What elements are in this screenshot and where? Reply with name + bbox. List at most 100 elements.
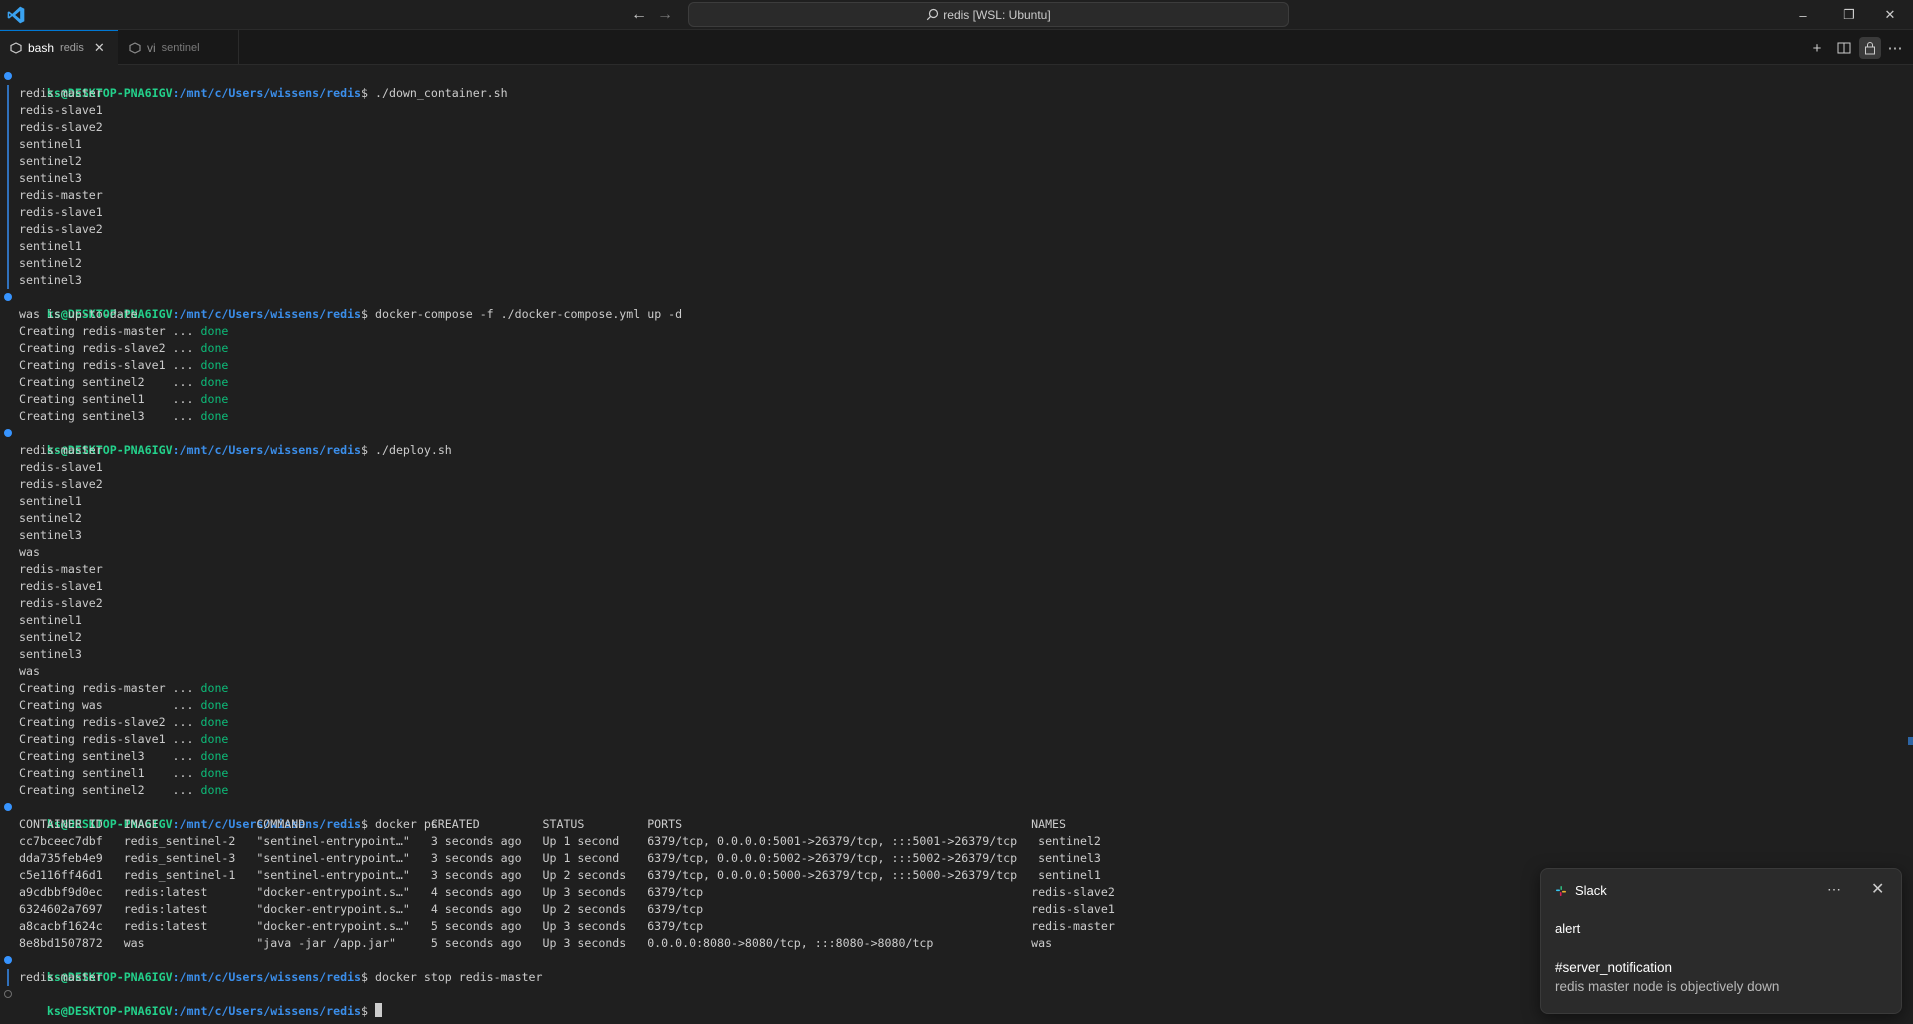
command-center-search[interactable]: redis [WSL: Ubuntu] xyxy=(688,2,1289,27)
slack-logo-icon xyxy=(1556,885,1566,896)
command-decoration-icon[interactable] xyxy=(4,990,12,998)
prompt-sep: $ xyxy=(361,1004,375,1018)
output-line: Creating sentinel2 ... done xyxy=(0,374,1913,391)
command-decoration-icon[interactable] xyxy=(4,956,12,964)
output-text: redis-master xyxy=(19,86,103,100)
output-text: sentinel1 xyxy=(19,613,82,627)
output-text: redis-master xyxy=(19,562,103,576)
notification-title: alert xyxy=(1555,921,1581,936)
output-line: sentinel1 xyxy=(0,493,1913,510)
output-text: redis-slave2 xyxy=(19,222,103,236)
terminal-output[interactable]: ks@DESKTOP-PNA6IGV:/mnt/c/Users/wissens/… xyxy=(0,68,1913,1018)
command-center-label: redis [WSL: Ubuntu] xyxy=(943,7,1051,22)
output-line: redis-slave1 xyxy=(0,204,1913,221)
notification-message: redis master node is objectively down xyxy=(1555,979,1780,994)
command-decoration-icon[interactable] xyxy=(4,72,12,80)
output-line: redis-master xyxy=(0,187,1913,204)
status-done: done xyxy=(200,681,229,695)
output-text: sentinel2 xyxy=(19,154,82,168)
command-decoration-icon[interactable] xyxy=(4,803,12,811)
status-done: done xyxy=(200,409,229,423)
output-line: sentinel2 xyxy=(0,153,1913,170)
output-line: Creating redis-slave2 ... done xyxy=(0,340,1913,357)
ps-table-row: cc7bceec7dbf redis_sentinel-2 "sentinel-… xyxy=(0,833,1913,850)
output-line: sentinel2 xyxy=(0,510,1913,527)
output-text: sentinel3 xyxy=(19,171,82,185)
output-text: c5e116ff46d1 redis_sentinel-1 "sentinel-… xyxy=(19,868,1101,882)
output-text: sentinel2 xyxy=(19,630,82,644)
output-text: sentinel3 xyxy=(19,647,82,661)
output-text: sentinel3 xyxy=(19,273,82,287)
output-line: redis-slave2 xyxy=(0,221,1913,238)
output-text: Creating sentinel2 ... xyxy=(19,783,201,797)
output-line: Creating redis-slave2 ... done xyxy=(0,714,1913,731)
prompt-line: ks@DESKTOP-PNA6IGV:/mnt/c/Users/wissens/… xyxy=(0,799,1913,831)
status-done: done xyxy=(200,392,229,406)
tab-label: vi xyxy=(147,40,156,55)
output-text: sentinel1 xyxy=(19,239,82,253)
output-text: Creating sentinel3 ... xyxy=(19,749,201,763)
output-text: Creating redis-slave1 ... xyxy=(19,732,201,746)
prompt-line: ks@DESKTOP-PNA6IGV:/mnt/c/Users/wissens/… xyxy=(0,425,1913,457)
tab-vi[interactable]: vi sentinel xyxy=(119,30,239,65)
output-text: sentinel2 xyxy=(19,511,82,525)
output-text: sentinel1 xyxy=(19,494,82,508)
output-text: redis-slave1 xyxy=(19,460,103,474)
more-icon[interactable]: ⋯ xyxy=(1884,37,1906,59)
tab-bash[interactable]: bash redis ✕ xyxy=(0,30,118,65)
output-text: redis-master xyxy=(19,188,103,202)
close-icon[interactable]: ✕ xyxy=(1871,879,1884,899)
output-text: Creating sentinel3 ... xyxy=(19,409,201,423)
output-line: Creating redis-slave1 ... done xyxy=(0,731,1913,748)
close-tab-icon[interactable]: ✕ xyxy=(94,40,105,56)
tab-label: bash xyxy=(28,41,55,55)
output-text: redis-slave1 xyxy=(19,205,103,219)
more-icon[interactable]: ⋯ xyxy=(1827,881,1841,898)
terminal-shell-icon xyxy=(10,42,22,54)
output-text: redis-slave2 xyxy=(19,477,103,491)
command-decoration-icon[interactable] xyxy=(4,293,12,301)
restore-icon[interactable]: ❐ xyxy=(1826,0,1872,30)
output-text: redis-slave1 xyxy=(19,579,103,593)
output-text: redis-master xyxy=(19,443,103,457)
vscode-logo-icon xyxy=(7,6,25,24)
lock-icon[interactable] xyxy=(1859,37,1881,59)
arrow-left-icon[interactable]: ← xyxy=(630,6,648,24)
slack-notification[interactable]: Slack ⋯ ✕ alert #server_notification red… xyxy=(1540,868,1902,1014)
output-text: a8cacbf1624c redis:latest "docker-entryp… xyxy=(19,919,1115,933)
output-text: 6324602a7697 redis:latest "docker-entryp… xyxy=(19,902,1115,916)
output-text: Creating redis-slave1 ... xyxy=(19,358,201,372)
terminal-cursor xyxy=(375,1003,382,1017)
scrollbar-marker[interactable] xyxy=(1908,737,1913,745)
output-line: Creating was ... done xyxy=(0,697,1913,714)
ps-table-header: CONTAINER ID IMAGE COMMAND CREATED STATU… xyxy=(0,816,1913,833)
output-line: sentinel2 xyxy=(0,255,1913,272)
split-terminal-icon[interactable] xyxy=(1833,37,1855,59)
arrow-right-icon[interactable]: → xyxy=(656,6,674,24)
output-line: sentinel3 xyxy=(0,272,1913,289)
output-line: redis-slave2 xyxy=(0,119,1913,136)
terminal-shell-icon xyxy=(129,41,141,54)
command-decoration-icon[interactable] xyxy=(4,429,12,437)
output-text: sentinel3 xyxy=(19,528,82,542)
output-line: Creating sentinel1 ... done xyxy=(0,391,1913,408)
status-done: done xyxy=(200,732,229,746)
output-text: redis-slave1 xyxy=(19,103,103,117)
minimize-icon[interactable]: – xyxy=(1780,0,1826,30)
output-line: redis-master xyxy=(0,85,1913,102)
close-icon[interactable]: ✕ xyxy=(1867,0,1913,30)
status-done: done xyxy=(200,698,229,712)
output-text: sentinel2 xyxy=(19,256,82,270)
output-line: redis-slave2 xyxy=(0,476,1913,493)
new-terminal-icon[interactable]: + xyxy=(1806,37,1828,59)
output-line: was xyxy=(0,544,1913,561)
notification-app: Slack xyxy=(1555,883,1607,898)
output-text: CONTAINER ID IMAGE COMMAND CREATED STATU… xyxy=(19,817,1067,831)
output-line: redis-slave1 xyxy=(0,578,1913,595)
output-line: sentinel1 xyxy=(0,238,1913,255)
output-line: sentinel3 xyxy=(0,646,1913,663)
output-text: 8e8bd1507872 was "java -jar /app.jar" 5 … xyxy=(19,936,1053,950)
output-text: sentinel1 xyxy=(19,137,82,151)
output-text: Creating sentinel1 ... xyxy=(19,392,201,406)
output-line: Creating sentinel2 ... done xyxy=(0,782,1913,799)
